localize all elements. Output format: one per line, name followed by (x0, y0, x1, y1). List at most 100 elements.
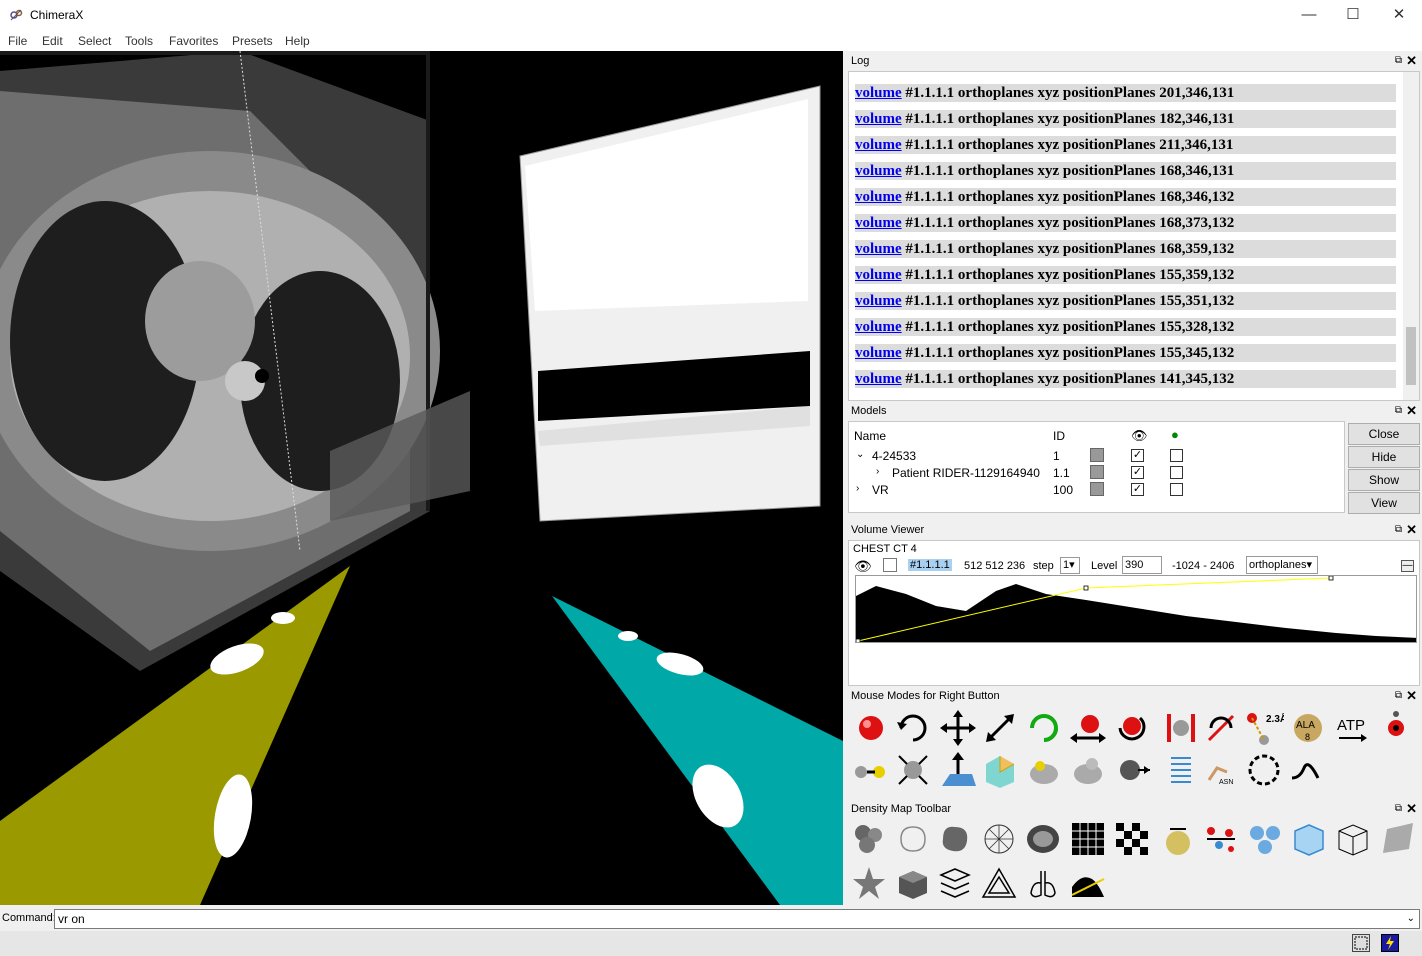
move-picked-icon[interactable] (1112, 708, 1152, 748)
coil-icon[interactable] (1161, 750, 1201, 790)
color-swatch[interactable] (1090, 465, 1104, 479)
maximize-button[interactable]: ☐ (1330, 0, 1376, 30)
tug-mode-icon[interactable] (851, 750, 891, 790)
close-icon[interactable]: ✕ (1406, 801, 1417, 817)
color-swatch[interactable] (1090, 448, 1104, 462)
chevron-down-icon[interactable]: ⌄ (856, 449, 864, 460)
log-link[interactable]: volume (855, 293, 902, 309)
contour-level-icon[interactable] (1288, 750, 1328, 790)
menu-help[interactable]: Help (285, 34, 310, 48)
log-link[interactable]: volume (855, 345, 902, 361)
chevron-down-icon[interactable]: ⌄ (1407, 910, 1415, 928)
move-planes-icon[interactable] (938, 750, 978, 790)
close-icon[interactable]: ✕ (1406, 403, 1417, 419)
menu-presets[interactable]: Presets (232, 34, 273, 48)
close-icon[interactable]: ✕ (1406, 522, 1417, 538)
view-model-button[interactable]: View (1348, 492, 1420, 514)
select-checkbox[interactable] (1170, 483, 1183, 496)
color-swatch[interactable] (1090, 482, 1104, 496)
star-surface-icon[interactable] (849, 863, 889, 903)
menu-select[interactable]: Select (78, 34, 111, 48)
log-link[interactable]: volume (855, 371, 902, 387)
distance-icon[interactable]: 2.3Å (1244, 708, 1284, 748)
hide-model-button[interactable]: Hide (1348, 446, 1420, 468)
zone-icon[interactable] (1244, 750, 1284, 790)
pivot-icon[interactable] (1376, 708, 1416, 748)
layers-icon[interactable] (935, 863, 975, 903)
command-input[interactable]: vr on ⌄ (54, 909, 1420, 929)
step-select[interactable]: 1▾ (1060, 557, 1080, 574)
gaussian-filter-icon[interactable] (1245, 819, 1285, 859)
show-image-icon[interactable] (1023, 819, 1063, 859)
cube-icon[interactable] (893, 863, 933, 903)
chevron-right-icon[interactable]: › (856, 483, 859, 494)
show-surface-icon[interactable] (849, 819, 889, 859)
crop-box-icon[interactable] (980, 750, 1020, 790)
level-input[interactable] (1122, 556, 1162, 574)
log-link[interactable]: volume (855, 137, 902, 153)
clip-mode-icon[interactable] (1161, 708, 1201, 748)
log-link[interactable]: volume (855, 163, 902, 179)
select-checkbox[interactable] (1170, 466, 1183, 479)
lungs-icon[interactable] (1023, 863, 1063, 903)
style-select[interactable]: orthoplanes▾ (1246, 556, 1318, 574)
select-mode-icon[interactable] (851, 708, 891, 748)
show-outline-icon[interactable] (893, 819, 933, 859)
graphics-viewport[interactable]: orthoplanes xyz positionPlanes 201,346,1… (0, 51, 843, 905)
log-link[interactable]: volume (855, 241, 902, 257)
close-model-button[interactable]: Close (1348, 423, 1420, 445)
log-link[interactable]: volume (855, 189, 902, 205)
ice-cube-icon[interactable] (1289, 819, 1329, 859)
map-values-icon[interactable] (1024, 750, 1064, 790)
log-link[interactable]: volume (855, 215, 902, 231)
log-content[interactable]: volume #1.1.1.1 orthoplanes xyz position… (848, 71, 1420, 401)
float-icon[interactable]: ⧉ (1395, 405, 1402, 416)
rotamer-icon[interactable]: ASN (1201, 750, 1241, 790)
full-region-icon[interactable] (1068, 819, 1108, 859)
float-icon[interactable]: ⧉ (1395, 803, 1402, 814)
show-model-button[interactable]: Show (1348, 469, 1420, 491)
triangle-icon[interactable] (979, 863, 1019, 903)
bond-rotation-icon[interactable] (1201, 708, 1241, 748)
histogram-icon[interactable] (1068, 863, 1108, 903)
minimize-mode-icon[interactable] (893, 750, 933, 790)
log-link[interactable]: volume (855, 85, 902, 101)
shown-checkbox[interactable]: ✓ (1131, 449, 1144, 462)
chevron-right-icon[interactable]: › (876, 466, 879, 477)
close-window-button[interactable]: ✕ (1376, 0, 1422, 30)
menu-tools[interactable]: Tools (125, 34, 153, 48)
float-icon[interactable]: ⧉ (1395, 690, 1402, 701)
column-header-id[interactable]: ID (1053, 429, 1065, 443)
select-mode-status-icon[interactable] (1352, 934, 1370, 952)
translate-atoms-icon[interactable] (1068, 708, 1108, 748)
color-swatch[interactable] (883, 558, 897, 572)
subtract-map-icon[interactable] (1201, 819, 1241, 859)
histogram[interactable] (855, 575, 1417, 643)
rotate-mode-icon[interactable] (893, 708, 933, 748)
zoom-mode-icon[interactable] (980, 708, 1020, 748)
box-outline-icon[interactable] (1333, 819, 1373, 859)
swapaa-icon[interactable]: ATP (1333, 708, 1373, 748)
fit-map-icon[interactable] (1158, 819, 1198, 859)
close-icon[interactable]: ✕ (1406, 688, 1417, 704)
scroll-thumb[interactable] (1406, 327, 1416, 385)
menu-file[interactable]: File (8, 34, 27, 48)
shown-checkbox[interactable]: ✓ (1131, 466, 1144, 479)
close-icon[interactable]: ✕ (1406, 53, 1417, 69)
surface-pick-icon[interactable] (1068, 750, 1108, 790)
marker-icon[interactable] (1112, 750, 1152, 790)
step-region-icon[interactable] (1112, 819, 1152, 859)
collapse-button[interactable]: — (1401, 560, 1414, 572)
menu-favorites[interactable]: Favorites (169, 34, 218, 48)
log-scrollbar[interactable] (1403, 72, 1419, 400)
show-mesh-surface-icon[interactable] (935, 819, 975, 859)
label-mode-icon[interactable]: ALA8 (1288, 708, 1328, 748)
log-link[interactable]: volume (855, 111, 902, 127)
column-header-name[interactable]: Name (854, 429, 886, 443)
eye-icon[interactable]: 👁 (854, 558, 872, 575)
float-icon[interactable]: ⧉ (1395, 524, 1402, 535)
shown-checkbox[interactable]: ✓ (1131, 483, 1144, 496)
log-link[interactable]: volume (855, 267, 902, 283)
minimize-button[interactable]: — (1286, 0, 1332, 30)
menu-edit[interactable]: Edit (42, 34, 63, 48)
